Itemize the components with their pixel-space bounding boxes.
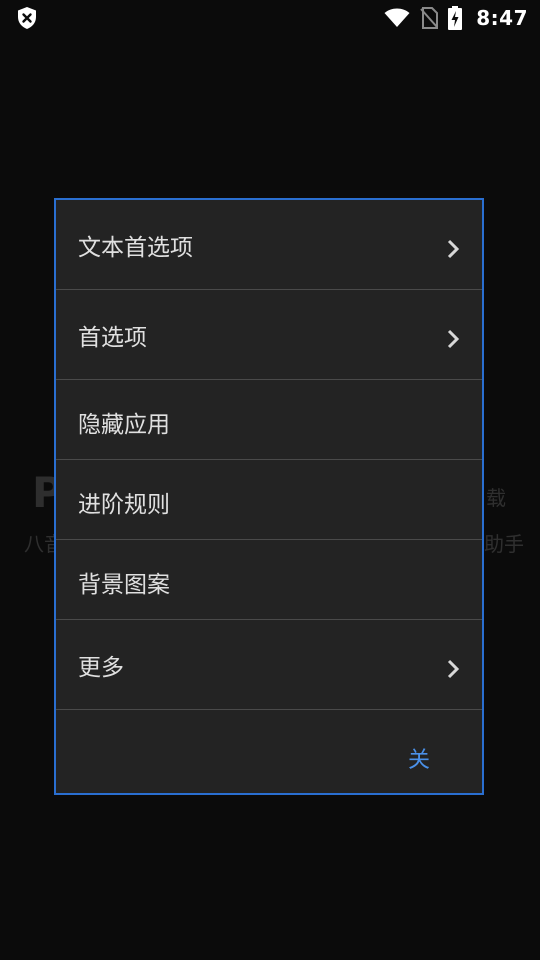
status-time: 8:47 xyxy=(476,6,528,30)
chevron-right-icon xyxy=(444,237,462,261)
menu-item-label: 更多 xyxy=(78,655,124,681)
no-sim-icon xyxy=(420,7,439,29)
background-title-right: 载 xyxy=(486,486,506,510)
wifi-icon xyxy=(384,8,410,28)
chevron-right-icon xyxy=(444,657,462,681)
status-bar: 8:47 xyxy=(0,0,540,36)
screen: P 八音 载 助手 8:47 文本首选项 首选项 隐藏应用 进阶规则 背景图案 … xyxy=(0,0,540,960)
menu-item-advanced-rules[interactable]: 进阶规则 xyxy=(56,460,482,540)
menu-item-label: 文本首选项 xyxy=(78,235,193,261)
options-dialog: 文本首选项 首选项 隐藏应用 进阶规则 背景图案 更多 关 xyxy=(54,198,484,795)
menu-item-hide-apps[interactable]: 隐藏应用 xyxy=(56,380,482,460)
background-subtitle-right: 助手 xyxy=(484,532,524,556)
chevron-right-icon xyxy=(444,327,462,351)
close-button[interactable]: 关 xyxy=(400,738,438,778)
battery-charging-icon xyxy=(448,6,463,30)
shield-x-icon xyxy=(16,6,38,30)
menu-item-more[interactable]: 更多 xyxy=(56,620,482,710)
menu-item-text-preferences[interactable]: 文本首选项 xyxy=(56,200,482,290)
dialog-footer: 关 xyxy=(56,710,482,796)
menu-item-label: 背景图案 xyxy=(78,572,170,598)
menu-item-preferences[interactable]: 首选项 xyxy=(56,290,482,380)
menu-item-label: 隐藏应用 xyxy=(78,412,170,438)
status-icons: 8:47 xyxy=(384,4,528,32)
menu-item-label: 进阶规则 xyxy=(78,492,170,518)
menu-item-label: 首选项 xyxy=(78,325,147,351)
menu-item-background-pattern[interactable]: 背景图案 xyxy=(56,540,482,620)
